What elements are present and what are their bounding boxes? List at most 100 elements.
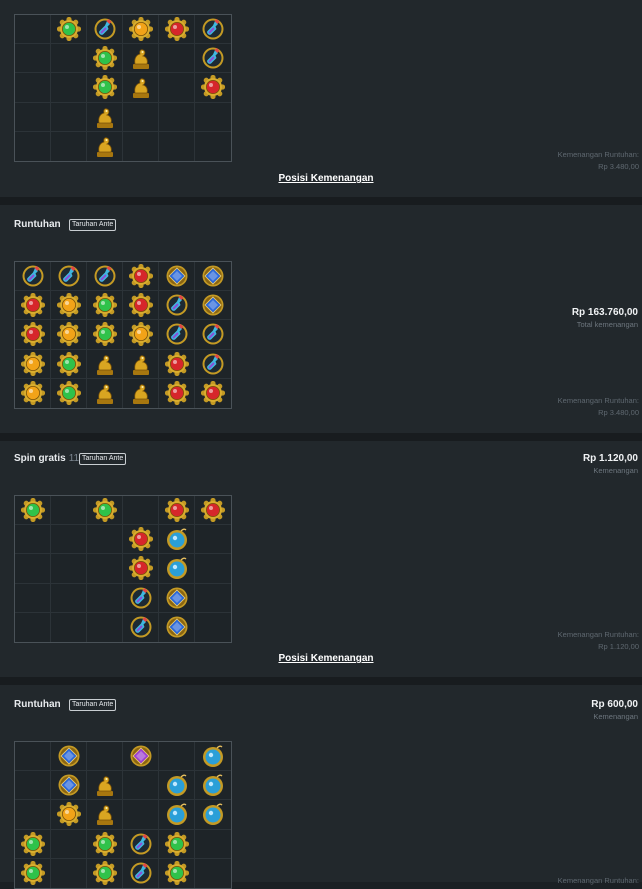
potion-bottle-icon	[94, 265, 115, 287]
grid-cell	[87, 525, 123, 555]
grid-cell	[87, 858, 123, 888]
win-positions-link[interactable]: Posisi Kemenangan	[0, 173, 642, 184]
red-gem-icon	[201, 498, 225, 523]
green-gem-icon	[92, 293, 117, 318]
grid-cell	[51, 44, 87, 74]
green-gem-icon	[92, 498, 117, 523]
grid-cell	[195, 584, 231, 613]
blue-gem-icon	[166, 265, 187, 287]
red-gem-icon	[128, 293, 153, 318]
grid-cell	[159, 291, 195, 321]
green-gem-icon	[56, 17, 81, 42]
grid-cell	[87, 291, 123, 321]
grid-cell	[159, 800, 195, 830]
grid-cell	[15, 378, 51, 408]
grid-cell	[15, 800, 51, 830]
win-positions-link[interactable]: Posisi Kemenangan	[0, 653, 642, 664]
amber-gem-icon	[128, 322, 153, 347]
grid-cell	[15, 73, 51, 103]
grid-cell	[51, 742, 87, 772]
golden-idol-icon	[132, 384, 149, 405]
potion-bottle-icon	[130, 587, 151, 609]
win-amount: Rp 600,00	[591, 699, 638, 710]
grid-cell	[159, 829, 195, 859]
grid-cell	[123, 800, 159, 830]
grid-cell	[123, 583, 159, 613]
potion-bottle-icon	[22, 265, 43, 287]
grid-cell	[159, 131, 195, 161]
grid-cell	[159, 262, 195, 292]
grid-cell	[15, 262, 51, 292]
grid-cell	[15, 291, 51, 321]
grid-cell	[195, 554, 231, 584]
reel-grid	[14, 261, 232, 409]
grid-cell	[15, 15, 51, 45]
potion-bottle-icon	[94, 18, 115, 40]
blue-gem-icon	[202, 265, 224, 287]
grid-cell	[159, 554, 195, 584]
grid-cell	[51, 771, 87, 801]
grid-cell	[123, 525, 159, 555]
grid-cell	[195, 379, 231, 408]
blue-bomb-icon	[203, 745, 223, 768]
grid-cell	[51, 73, 87, 103]
amber-gem-icon	[56, 322, 81, 347]
grid-cell	[15, 525, 51, 555]
potion-bottle-icon	[166, 323, 187, 345]
red-gem-icon	[20, 293, 45, 318]
grid-cell	[87, 102, 123, 132]
grid-cell	[87, 378, 123, 408]
grid-cell	[51, 858, 87, 888]
grid-cell	[87, 73, 123, 103]
divider	[0, 433, 642, 441]
win-amount: Rp 163.760,00	[571, 307, 638, 318]
cascade-win-value: Rp 3.480,00	[598, 162, 639, 171]
round-title: Spin gratis 11	[14, 453, 80, 464]
grid-cell	[51, 320, 87, 350]
grid-cell	[123, 44, 159, 74]
grid-cell	[195, 525, 231, 555]
blue-bomb-icon	[166, 774, 187, 797]
grid-cell	[195, 350, 231, 379]
grid-cell	[87, 771, 123, 801]
grid-cell	[159, 771, 195, 801]
grid-cell	[195, 44, 231, 74]
grid-cell	[51, 349, 87, 379]
grid-cell	[123, 131, 159, 161]
purple-gem-icon	[130, 745, 151, 767]
cascade-win-label: Kemenangan Runtuhan:	[557, 150, 639, 159]
amber-gem-icon	[56, 802, 81, 827]
grid-cell	[159, 73, 195, 103]
red-gem-icon	[128, 527, 153, 552]
blue-gem-icon	[166, 616, 187, 638]
red-gem-icon	[164, 351, 189, 376]
potion-bottle-icon	[58, 265, 79, 287]
potion-bottle-icon	[202, 47, 224, 69]
grid-cell	[15, 349, 51, 379]
amber-gem-icon	[56, 293, 81, 318]
round-title: Runtuhan	[14, 219, 61, 230]
potion-bottle-icon	[166, 294, 187, 316]
blue-bomb-icon	[203, 774, 223, 797]
blue-gem-icon	[58, 745, 79, 767]
potion-bottle-icon	[130, 833, 151, 855]
grid-cell	[87, 15, 123, 45]
grid-cell	[123, 262, 159, 292]
grid-cell	[195, 613, 231, 642]
reel-grid	[14, 14, 232, 162]
grid-cell	[87, 800, 123, 830]
grid-cell	[51, 554, 87, 584]
grid-cell	[15, 583, 51, 613]
green-gem-icon	[92, 46, 117, 71]
grid-cell	[123, 496, 159, 526]
grid-cell	[15, 829, 51, 859]
grid-cell	[87, 742, 123, 772]
grid-cell	[123, 742, 159, 772]
grid-cell	[195, 771, 231, 801]
potion-bottle-icon	[202, 18, 224, 40]
grid-cell	[159, 320, 195, 350]
golden-idol-icon	[132, 49, 149, 70]
grid-cell	[51, 496, 87, 526]
golden-idol-icon	[96, 137, 113, 158]
grid-cell	[51, 583, 87, 613]
